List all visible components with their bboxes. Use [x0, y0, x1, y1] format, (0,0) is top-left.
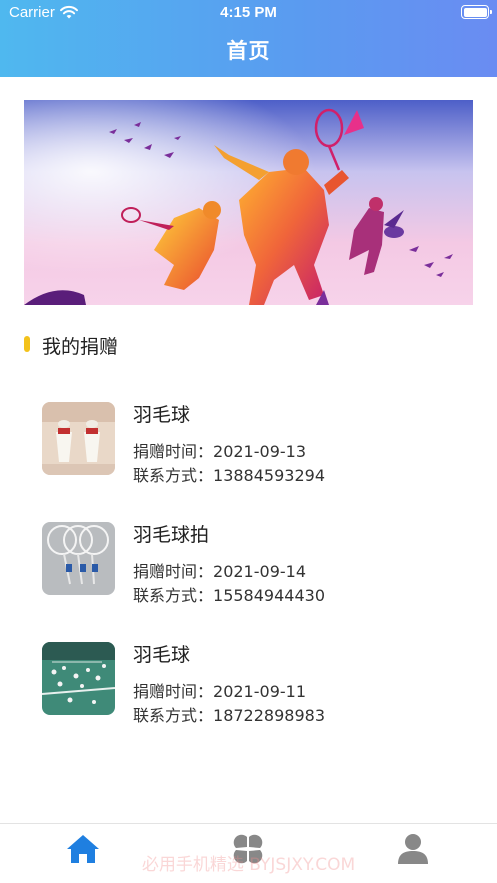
- donation-contact-value: 15584944430: [213, 586, 325, 605]
- donation-time-label: 捐赠时间：: [133, 442, 214, 461]
- donation-contact-label: 联系方式：: [133, 586, 214, 605]
- donation-item[interactable]: 羽毛球 捐赠时间：2021-09-13 联系方式：13884593294: [0, 380, 497, 490]
- donation-name: 羽毛球拍: [133, 524, 210, 546]
- battery-level: [463, 7, 487, 17]
- banner-image[interactable]: [24, 100, 473, 305]
- donation-contact-label: 联系方式：: [133, 706, 214, 725]
- donation-item[interactable]: 羽毛球 捐赠时间：2021-09-11 联系方式：18722898983: [0, 620, 497, 730]
- donation-contact-value: 13884593294: [213, 466, 325, 485]
- bottom-tab-bar: 必用手机精选 BYJSJXY.COM: [0, 823, 497, 883]
- donation-time-value: 2021-09-11: [213, 682, 306, 701]
- donation-time-value: 2021-09-13: [213, 442, 306, 461]
- status-time: 4:15 PM: [220, 4, 277, 21]
- page-title: 首页: [226, 39, 271, 63]
- donation-contact-label: 联系方式：: [133, 466, 214, 485]
- donation-name: 羽毛球: [133, 644, 191, 666]
- donation-thumbnail: [42, 642, 115, 715]
- watermark-text: 必用手机精选 BYJSJXY.COM: [141, 855, 356, 875]
- section-accent-bar: [24, 336, 30, 352]
- battery-icon: [461, 5, 492, 19]
- section-title: 我的捐赠: [42, 336, 119, 358]
- donation-thumbnail: [42, 402, 115, 475]
- donation-item[interactable]: 羽毛球拍 捐赠时间：2021-09-14 联系方式：15584944430: [0, 500, 497, 610]
- status-bar: Carrier 4:15 PM: [0, 0, 497, 26]
- donation-time-value: 2021-09-14: [213, 562, 306, 581]
- donation-contact: 联系方式：15584944430: [133, 582, 325, 606]
- donation-time: 捐赠时间：2021-09-14: [133, 558, 306, 582]
- donation-contact: 联系方式：13884593294: [133, 462, 325, 486]
- donation-time-label: 捐赠时间：: [133, 682, 214, 701]
- donation-contact: 联系方式：18722898983: [133, 702, 325, 726]
- donation-time: 捐赠时间：2021-09-13: [133, 438, 306, 462]
- top-navigation-bar: Carrier 4:15 PM 首页: [0, 0, 497, 77]
- donation-name: 羽毛球: [133, 404, 191, 426]
- donation-time: 捐赠时间：2021-09-11: [133, 678, 306, 702]
- donation-contact-value: 18722898983: [213, 706, 325, 725]
- donation-thumbnail: [42, 522, 115, 595]
- donation-time-label: 捐赠时间：: [133, 562, 214, 581]
